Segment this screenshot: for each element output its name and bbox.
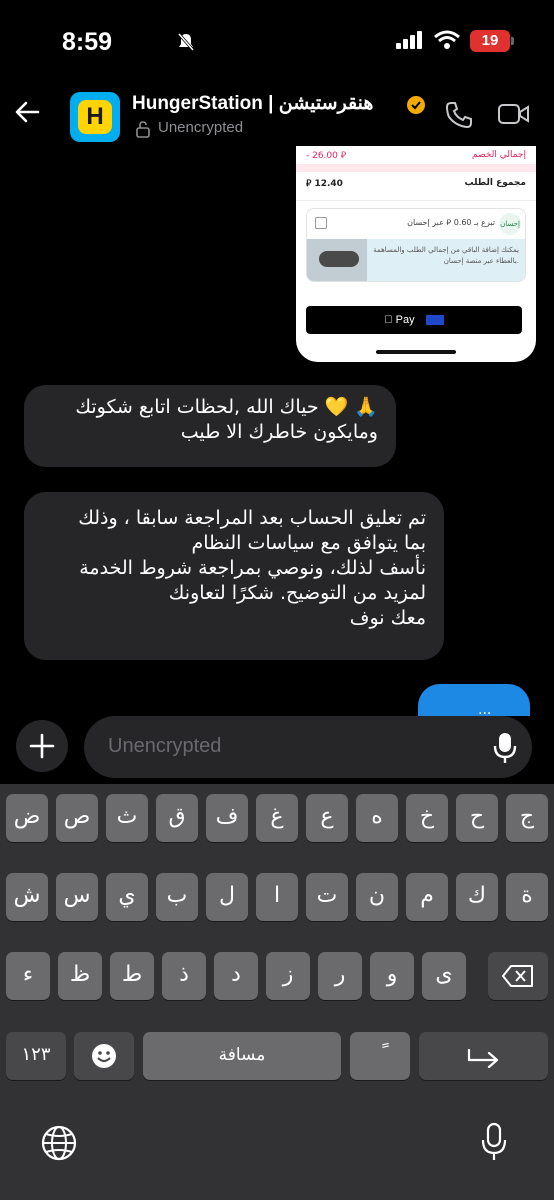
key[interactable]: ع bbox=[306, 794, 348, 842]
key[interactable]: ا bbox=[256, 873, 298, 921]
key[interactable]: ى bbox=[422, 952, 466, 1000]
tashkeel-key[interactable]: ً bbox=[350, 1032, 410, 1080]
message-line: ومايكون خاطرك الا طيب bbox=[180, 421, 378, 443]
chat-header: H HungerStation | هنقرستيشن Unencrypted bbox=[0, 86, 554, 146]
chat-subtitle: Unencrypted bbox=[158, 119, 244, 136]
outgoing-message-text: ... bbox=[478, 702, 492, 716]
key[interactable]: ق bbox=[156, 794, 198, 842]
message-line: لمزيد من التوضيح. شكرًا لتعاونك bbox=[168, 582, 426, 604]
incoming-message[interactable]: 🙏 💛 حياك الله ,لحظات اتابع شكوتك ومايكون… bbox=[24, 385, 396, 467]
key[interactable]: ز bbox=[266, 952, 310, 1000]
backspace-key[interactable] bbox=[488, 952, 548, 1000]
ehsan-donation-text: تبرع بـ 0.60 ⃁ عبر إحسان bbox=[407, 218, 495, 227]
apple-icon:  bbox=[384, 314, 392, 326]
key[interactable]: ي bbox=[106, 873, 148, 921]
plus-icon bbox=[29, 733, 55, 759]
video-call-icon[interactable] bbox=[498, 102, 530, 126]
key[interactable]: م bbox=[406, 873, 448, 921]
message-line: نأسف لذلك، ونوصي بمراجعة شروط الخدمة bbox=[79, 557, 426, 579]
key[interactable]: د bbox=[214, 952, 258, 1000]
keyboard: ضصثقفغعهخحج شسيبلاتنمكة ءظطذدزروى ١٢٣ مس… bbox=[0, 784, 554, 1200]
incoming-message[interactable]: تم تعليق الحساب بعد المراجعة سابقا ، وذل… bbox=[24, 492, 444, 660]
key[interactable]: ت bbox=[306, 873, 348, 921]
key[interactable]: ث bbox=[106, 794, 148, 842]
bell-muted-icon bbox=[177, 33, 195, 51]
apple-pay-button:  Pay bbox=[306, 306, 522, 334]
microphone-icon[interactable] bbox=[492, 732, 518, 764]
key[interactable]: ك bbox=[456, 873, 498, 921]
key[interactable]: س bbox=[56, 873, 98, 921]
screenshot-home-indicator bbox=[376, 350, 456, 354]
ehsan-checkbox bbox=[315, 217, 327, 229]
key[interactable]: ه bbox=[356, 794, 398, 842]
key[interactable]: ح bbox=[456, 794, 498, 842]
signal-icon bbox=[396, 31, 422, 49]
message-input[interactable]: Unencrypted bbox=[84, 716, 532, 778]
chat-title[interactable]: HungerStation | هنقرستيشن bbox=[132, 92, 373, 115]
return-arrow-icon bbox=[467, 1048, 498, 1069]
apple-pay-label: Pay bbox=[389, 314, 415, 326]
emoji-key[interactable] bbox=[74, 1032, 134, 1080]
receipt-divider bbox=[296, 164, 536, 172]
key[interactable]: ب bbox=[156, 873, 198, 921]
key[interactable]: ض bbox=[6, 794, 48, 842]
wifi-icon bbox=[434, 30, 460, 49]
battery-indicator: 19 bbox=[470, 30, 510, 52]
receipt-image-message[interactable]: إجمالي الخصم - 26.00 ⃁ مجموع الطلب ⃁ 12.… bbox=[296, 146, 536, 362]
key[interactable]: غ bbox=[256, 794, 298, 842]
message-line: معك نوف bbox=[349, 607, 426, 629]
message-line: بما يتوافق مع سياسات النظام bbox=[191, 532, 426, 554]
key[interactable]: ر bbox=[318, 952, 362, 1000]
key[interactable]: ص bbox=[56, 794, 98, 842]
key[interactable]: ة bbox=[506, 873, 548, 921]
status-bar: 8:59 19 bbox=[0, 0, 554, 86]
ehsan-donation-card: تبرع بـ 0.60 ⃁ عبر إحسان إحسان يمكنك إضا… bbox=[306, 208, 526, 282]
message-input-placeholder: Unencrypted bbox=[108, 735, 222, 757]
key[interactable]: و bbox=[370, 952, 414, 1000]
phone-call-icon[interactable] bbox=[444, 100, 474, 130]
ehsan-hands-image bbox=[307, 239, 367, 281]
chat-thread[interactable]: إجمالي الخصم - 26.00 ⃁ مجموع الطلب ⃁ 12.… bbox=[0, 146, 554, 716]
back-arrow-icon[interactable] bbox=[14, 98, 42, 126]
dictation-mic-icon[interactable] bbox=[480, 1122, 508, 1162]
key[interactable]: ج bbox=[506, 794, 548, 842]
key[interactable]: خ bbox=[406, 794, 448, 842]
lock-open-icon bbox=[136, 121, 150, 138]
receipt-total-value: ⃁ 12.40 bbox=[306, 179, 343, 189]
verified-badge-icon bbox=[407, 96, 425, 114]
emoji-icon bbox=[92, 1044, 116, 1068]
return-key[interactable] bbox=[419, 1032, 548, 1080]
receipt-discount-label: إجمالي الخصم bbox=[472, 150, 526, 160]
hands-shape bbox=[319, 251, 359, 267]
receipt-total-row: مجموع الطلب ⃁ 12.40 bbox=[306, 178, 526, 194]
key[interactable]: ظ bbox=[58, 952, 102, 1000]
key[interactable]: ء bbox=[6, 952, 50, 1000]
ehsan-description: يمكنك إضافة الباقي من إجمالي الطلب والمس… bbox=[373, 246, 519, 265]
key[interactable]: ط bbox=[110, 952, 154, 1000]
receipt-separator bbox=[296, 200, 536, 201]
key[interactable]: ف bbox=[206, 794, 248, 842]
key[interactable]: ل bbox=[206, 873, 248, 921]
avatar[interactable]: H bbox=[70, 92, 120, 142]
battery-nub bbox=[511, 37, 514, 45]
message-composer: Unencrypted bbox=[0, 716, 554, 784]
ehsan-logo: إحسان bbox=[499, 213, 521, 235]
key[interactable]: ذ bbox=[162, 952, 206, 1000]
card-icon bbox=[425, 315, 444, 326]
message-line: 🙏 💛 حياك الله ,لحظات اتابع شكوتك bbox=[75, 396, 378, 418]
globe-icon[interactable] bbox=[40, 1124, 78, 1162]
message-line: تم تعليق الحساب بعد المراجعة سابقا ، وذل… bbox=[78, 507, 426, 529]
key[interactable]: ن bbox=[356, 873, 398, 921]
space-key[interactable]: مسافة bbox=[143, 1032, 341, 1080]
receipt-total-label: مجموع الطلب bbox=[464, 178, 526, 188]
avatar-letter: H bbox=[78, 100, 112, 134]
outgoing-message[interactable]: ... bbox=[418, 684, 530, 716]
status-time: 8:59 bbox=[62, 28, 113, 56]
receipt-discount-value: - 26.00 ⃁ bbox=[306, 151, 347, 161]
key[interactable]: ش bbox=[6, 873, 48, 921]
backspace-icon bbox=[502, 965, 533, 987]
numbers-key[interactable]: ١٢٣ bbox=[6, 1032, 66, 1080]
attach-button[interactable] bbox=[16, 720, 68, 772]
